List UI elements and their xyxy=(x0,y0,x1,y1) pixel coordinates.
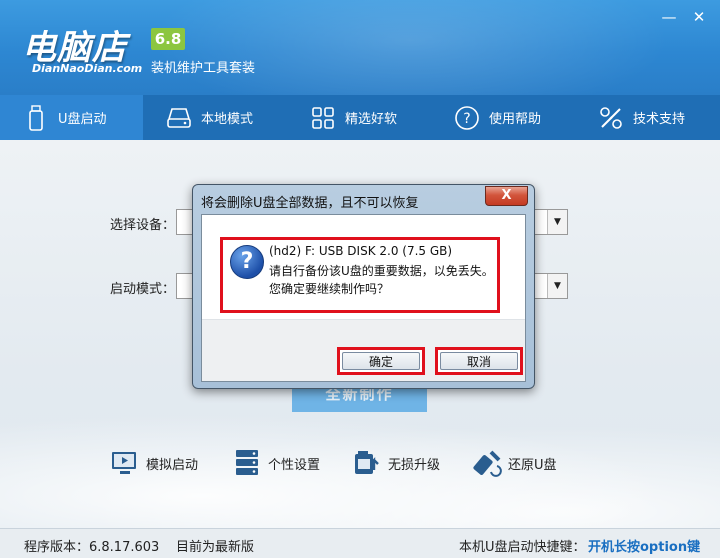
nav-tab-label: 使用帮助 xyxy=(489,112,542,127)
tool-label: 模拟启动 xyxy=(146,457,199,473)
hard-disk-icon xyxy=(165,104,193,132)
hotkey-label: 本机U盘启动快捷键： xyxy=(459,540,586,555)
nav-tab-help[interactable]: ? 使用帮助 xyxy=(431,95,575,140)
tool-label: 个性设置 xyxy=(268,457,321,473)
dialog-confirm-question: 您确定要继续制作吗？ xyxy=(269,282,390,296)
nav-tab-usb-boot[interactable]: U盘启动 xyxy=(0,95,143,140)
tool-personal-settings[interactable]: 个性设置 xyxy=(230,446,320,480)
dialog-message-box: ? (hd2) F: USB DISK 2.0 (7.5 GB) 请自行备份该U… xyxy=(220,237,500,313)
header-glow xyxy=(150,0,670,95)
server-settings-icon xyxy=(230,446,264,480)
dropdown-arrow-icon[interactable]: ▼ xyxy=(547,274,567,298)
confirm-button[interactable]: 确定 xyxy=(337,347,425,375)
nav-tab-label: U盘启动 xyxy=(58,112,107,127)
close-button[interactable]: ✕ xyxy=(688,8,710,26)
app-header: 电脑店 DianNaoDian.com 6.8 装机维护工具套装 — ✕ xyxy=(0,0,720,95)
tool-simulate-boot[interactable]: 模拟启动 xyxy=(108,446,198,480)
tools-icon xyxy=(597,104,625,132)
tool-label: 还原U盘 xyxy=(508,457,557,473)
dialog-title: 将会删除U盘全部数据，且不可以恢复 xyxy=(201,196,419,211)
usb-drive-icon xyxy=(22,104,50,132)
boot-mode-label: 启动模式： xyxy=(110,282,176,297)
dialog-close-button[interactable]: X xyxy=(485,186,528,206)
help-circle-icon: ? xyxy=(453,104,481,132)
window-controls: — ✕ xyxy=(658,8,710,26)
tool-label: 无损升级 xyxy=(388,457,441,473)
dialog-button-bar: 确定 取消 xyxy=(202,319,525,381)
dropdown-arrow-icon[interactable]: ▼ xyxy=(547,210,567,234)
app-tagline: 装机维护工具套装 xyxy=(151,61,256,76)
program-version: 程序版本：6.8.17.603 xyxy=(24,540,160,555)
cancel-button[interactable]: 取消 xyxy=(435,347,523,375)
device-label: 选择设备： xyxy=(110,218,176,233)
cancel-button-label: 取消 xyxy=(440,352,518,370)
dialog-backup-warning: 请自行备份该U盘的重要数据，以免丢失。 xyxy=(269,264,494,278)
dialog-device-info: (hd2) F: USB DISK 2.0 (7.5 GB) xyxy=(269,244,453,258)
tool-restore-usb[interactable]: 还原U盘 xyxy=(470,446,557,480)
main-nav: U盘启动 本地模式 精选好软 ? 使用帮助 技术支持 xyxy=(0,95,720,140)
status-bar: 程序版本：6.8.17.603 目前为最新版 本机U盘启动快捷键： 开机长按op… xyxy=(0,528,720,558)
nav-tab-local-mode[interactable]: 本地模式 xyxy=(143,95,287,140)
upgrade-icon xyxy=(350,446,384,480)
minimize-button[interactable]: — xyxy=(658,8,680,26)
nav-tab-label: 精选好软 xyxy=(345,112,398,127)
update-status: 目前为最新版 xyxy=(176,540,255,555)
version-badge: 6.8 xyxy=(151,28,185,50)
nav-tab-label: 技术支持 xyxy=(633,112,686,127)
nav-tab-support[interactable]: 技术支持 xyxy=(575,95,720,140)
apps-grid-icon xyxy=(309,104,337,132)
restore-usb-icon xyxy=(470,446,504,480)
confirm-button-label: 确定 xyxy=(342,352,420,370)
nav-tab-label: 本地模式 xyxy=(201,112,254,127)
svg-text:?: ? xyxy=(463,111,470,127)
dialog-body: ? (hd2) F: USB DISK 2.0 (7.5 GB) 请自行备份该U… xyxy=(201,214,526,382)
nav-tab-software[interactable]: 精选好软 xyxy=(287,95,431,140)
question-icon: ? xyxy=(230,245,264,279)
confirm-dialog: 将会删除U盘全部数据，且不可以恢复 X ? (hd2) F: USB DISK … xyxy=(192,184,535,389)
tool-lossless-upgrade[interactable]: 无损升级 xyxy=(350,446,440,480)
hotkey-value[interactable]: 开机长按option键 xyxy=(588,536,700,555)
monitor-simulate-icon xyxy=(108,446,142,480)
app-logo-subtitle: DianNaoDian.com xyxy=(32,62,143,75)
